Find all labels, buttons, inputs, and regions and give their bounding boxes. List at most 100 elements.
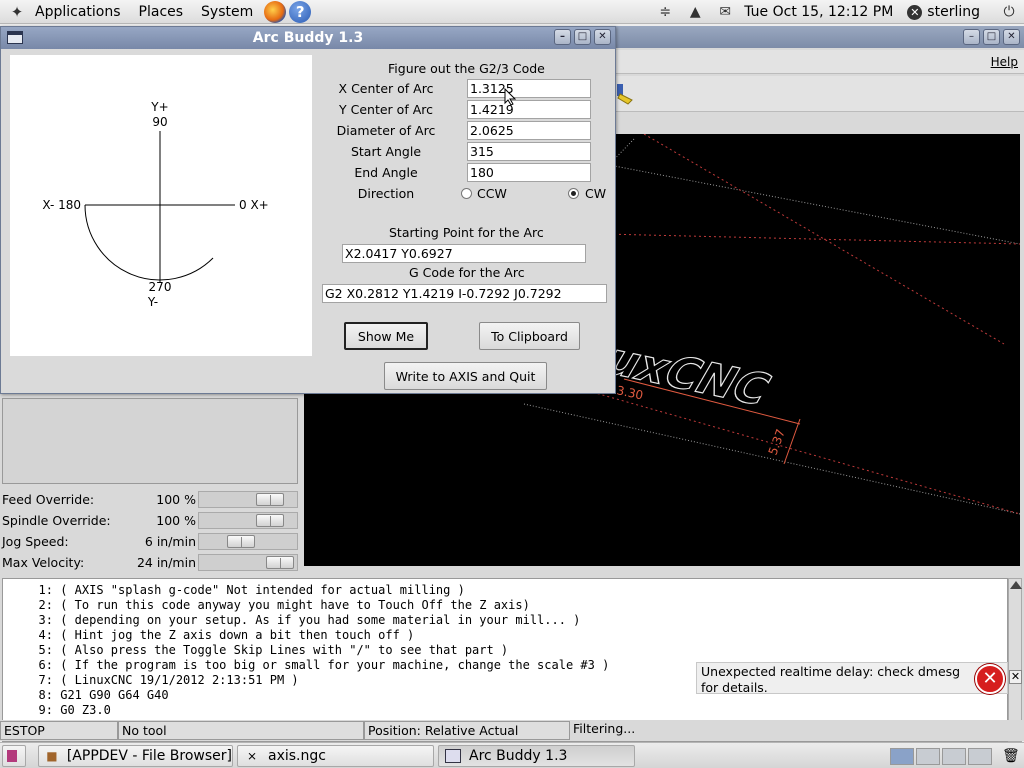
code-scrollbar[interactable] [1008, 578, 1022, 742]
slider-thumb[interactable] [256, 493, 285, 506]
dimension-line [783, 418, 801, 465]
trash-icon[interactable]: 🗑 [998, 745, 1022, 767]
volume-icon[interactable]: ▲ [683, 4, 707, 20]
workspace-1[interactable] [890, 748, 914, 765]
end-angle-label: End Angle [354, 165, 418, 180]
workspace-2[interactable] [916, 748, 940, 765]
diameter-label: Diameter of Arc [336, 123, 436, 138]
code-line[interactable]: 1: ( AXIS "splash g-code" Not intended f… [3, 583, 465, 598]
write-to-axis-quit-button[interactable]: Write to AXIS and Quit [384, 362, 547, 390]
status-estop: ESTOP [0, 721, 118, 740]
x-center-label: X Center of Arc [338, 81, 434, 96]
heading: Figure out the G2/3 Code [388, 61, 545, 76]
code-line[interactable]: 6: ( If the program is too big or small … [3, 658, 610, 673]
extent-line [603, 233, 1020, 245]
realtime-delay-notification: Unexpected realtime delay: check dmesg f… [696, 662, 1008, 695]
direction-label: Direction [357, 186, 415, 201]
y-plus-angle-label: 90 [152, 115, 167, 129]
code-line[interactable]: 3: ( depending on your setup. As if you … [3, 613, 581, 628]
power-icon[interactable]: ⏻ [997, 4, 1021, 20]
scroll-up-icon[interactable] [1010, 581, 1022, 589]
workspace-4[interactable] [968, 748, 992, 765]
clock[interactable]: Tue Oct 15, 12:12 PM [744, 4, 893, 20]
end-angle-input[interactable] [467, 163, 591, 182]
wifi-icon[interactable]: ≑ [653, 4, 677, 20]
manual-control-panel [2, 398, 298, 484]
mouse-pointer-icon [504, 88, 516, 106]
task-file-browser[interactable]: ■ [APPDEV - File Browser] [38, 745, 233, 767]
jog-speed-slider[interactable] [198, 533, 298, 550]
help-icon[interactable]: ? [289, 0, 312, 23]
status-filter: Filtering... [573, 721, 636, 736]
spindle-override: Spindle Override: 100 % [2, 511, 298, 531]
y-center-input[interactable] [467, 100, 591, 119]
y-minus-angle-label: 270 [149, 280, 172, 294]
code-line[interactable]: 2: ( To run this code anyway you might h… [3, 598, 530, 613]
user-status-icon: ✕ [907, 4, 923, 20]
slider-thumb[interactable] [227, 535, 255, 548]
show-me-button[interactable]: Show Me [344, 322, 428, 350]
diameter-input[interactable] [467, 121, 591, 140]
window-icon [445, 749, 461, 763]
clear-plot-icon[interactable] [614, 82, 636, 106]
axis-toolbar [600, 76, 1024, 112]
gcode-output[interactable] [322, 284, 607, 303]
user-name[interactable]: sterling [927, 4, 980, 20]
spindle-override-label: Spindle Override: [2, 513, 111, 528]
firefox-icon[interactable] [264, 0, 287, 23]
dialog-minimize-button[interactable]: – [554, 29, 571, 45]
arc-plot: Y+ 90 X- 180 0 X+ 270 Y- [42, 100, 269, 309]
gcode-listing[interactable]: 1: ( AXIS "splash g-code" Not intended f… [2, 578, 1008, 742]
gnome-foot-icon[interactable]: ✦ [8, 3, 26, 21]
arc-path [84, 204, 214, 281]
cw-radio[interactable] [568, 188, 579, 199]
code-line[interactable]: 4: ( Hint jog the Z axis down a bit then… [3, 628, 415, 643]
menu-help[interactable]: Help [991, 55, 1018, 69]
to-clipboard-button[interactable]: To Clipboard [479, 322, 580, 350]
workspace-3[interactable] [942, 748, 966, 765]
top-panel-tray: ≑ ▲ ✉ Tue Oct 15, 12:12 PM ✕ sterling ⏻ [650, 0, 1024, 24]
spindle-override-slider[interactable] [198, 512, 298, 529]
dialog-titlebar[interactable]: Arc Buddy 1.3 – □ ✕ [1, 27, 615, 49]
cw-label[interactable]: CW [585, 186, 606, 201]
top-panel: ✦ Applications Places System ? ≑ ▲ ✉ Tue… [0, 0, 1024, 24]
axis-close-button[interactable]: ✕ [1003, 29, 1020, 45]
feed-override-label: Feed Override: [2, 492, 95, 507]
status-position: Position: Relative Actual [364, 721, 570, 740]
status-bar: ESTOP No tool Position: Relative Actual … [0, 720, 1024, 741]
window-menu-icon[interactable] [7, 31, 23, 44]
task-axis[interactable]: ⨯ axis.ngc [237, 745, 434, 767]
jog-speed-label: Jog Speed: [2, 534, 69, 549]
axis-maximize-button[interactable]: □ [983, 29, 1000, 45]
start-angle-label: Start Angle [350, 144, 422, 159]
max-velocity-slider[interactable] [198, 554, 298, 571]
mail-icon[interactable]: ✉ [713, 4, 737, 20]
slider-thumb[interactable] [265, 556, 294, 569]
dialog-close-button[interactable]: ✕ [594, 29, 611, 45]
task-arc-buddy[interactable]: Arc Buddy 1.3 [438, 745, 635, 767]
axis-titlebar[interactable]: – □ ✕ [600, 26, 1024, 48]
y-center-label: Y Center of Arc [339, 102, 433, 117]
axis-minimize-button[interactable]: – [963, 29, 980, 45]
start-angle-input[interactable] [467, 142, 591, 161]
code-line[interactable]: 8: G21 G90 G64 G40 [3, 688, 169, 703]
ccw-radio[interactable] [461, 188, 472, 199]
menu-applications[interactable]: Applications [26, 0, 130, 24]
code-line[interactable]: 5: ( Also press the Toggle Skip Lines wi… [3, 643, 509, 658]
ccw-label[interactable]: CCW [477, 186, 507, 201]
menu-places[interactable]: Places [130, 0, 193, 24]
y-plus-label: Y+ [150, 100, 168, 114]
code-line[interactable]: 7: ( LinuxCNC 19/1/2012 2:13:51 PM ) [3, 673, 299, 688]
notification-close-button[interactable]: ✕ [1009, 670, 1022, 684]
slider-thumb[interactable] [256, 514, 285, 527]
feed-override-slider[interactable] [198, 491, 298, 508]
starting-point-output[interactable] [342, 244, 586, 263]
x-plus-label: 0 X+ [239, 198, 269, 212]
menu-system[interactable]: System [192, 0, 262, 24]
dialog-maximize-button[interactable]: □ [574, 29, 591, 45]
arc-canvas[interactable]: Y+ 90 X- 180 0 X+ 270 Y- [10, 55, 312, 356]
feed-override: Feed Override: 100 % [2, 490, 298, 510]
show-desktop-button[interactable] [2, 745, 26, 767]
x-center-input[interactable] [467, 79, 591, 98]
code-line[interactable]: 9: G0 Z3.0 [3, 703, 111, 718]
